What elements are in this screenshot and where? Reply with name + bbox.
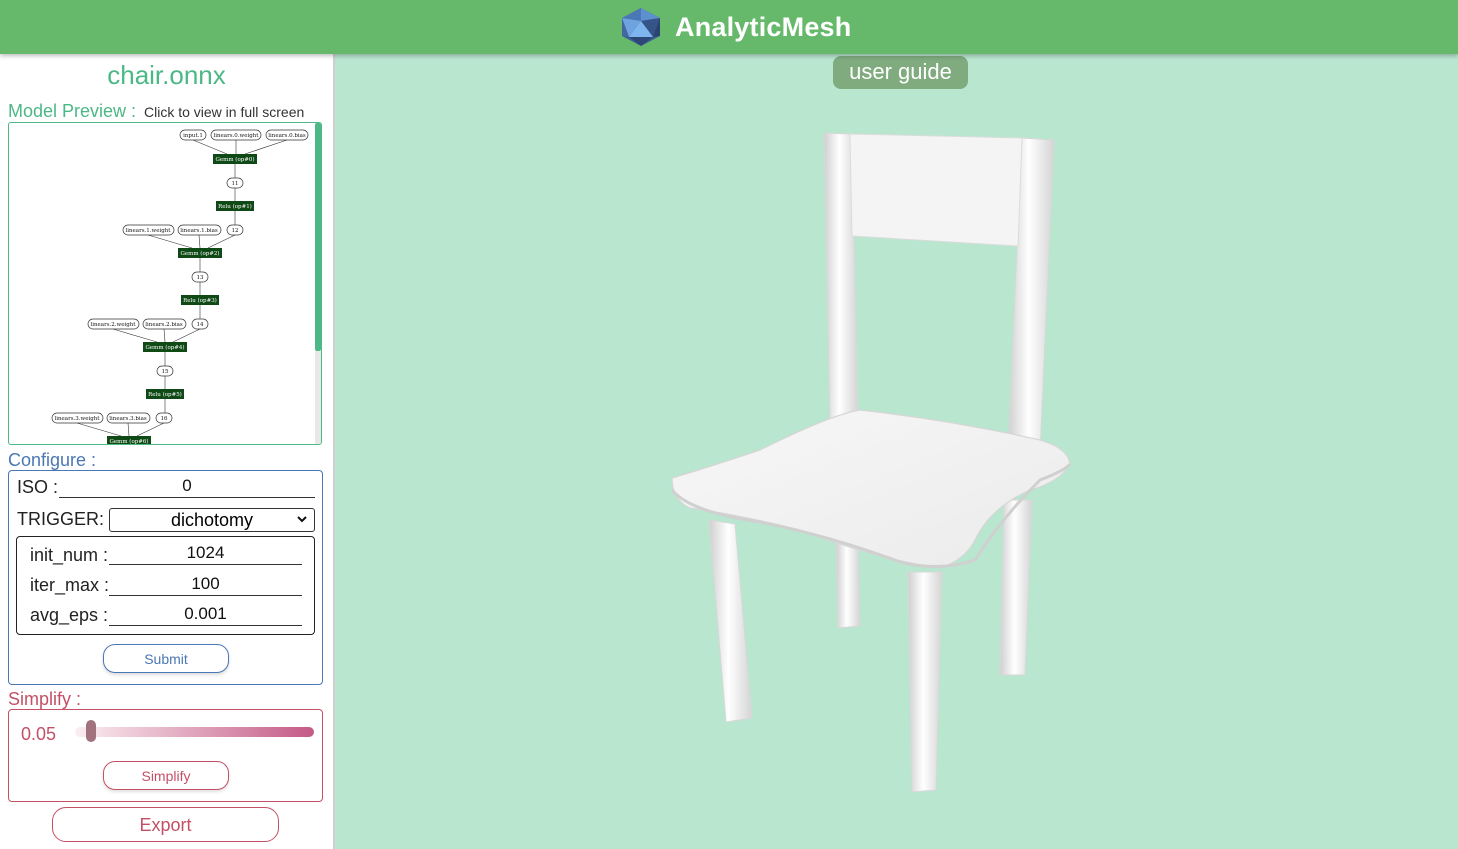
chair-leg-front-left	[708, 519, 753, 723]
brand: AnalyticMesh	[619, 7, 851, 47]
icosahedron-logo-icon	[622, 8, 660, 46]
chair-mesh	[670, 132, 1072, 793]
chair-leg-front-right	[907, 571, 943, 793]
chair-leg-back-left	[835, 539, 861, 629]
top-bar: AnalyticMesh	[0, 0, 1458, 54]
chair-leg-back-right	[999, 499, 1033, 676]
app-title: AnalyticMesh	[675, 11, 852, 42]
user-guide-button[interactable]: user guide	[833, 56, 968, 89]
chair-backrest	[849, 133, 1023, 247]
